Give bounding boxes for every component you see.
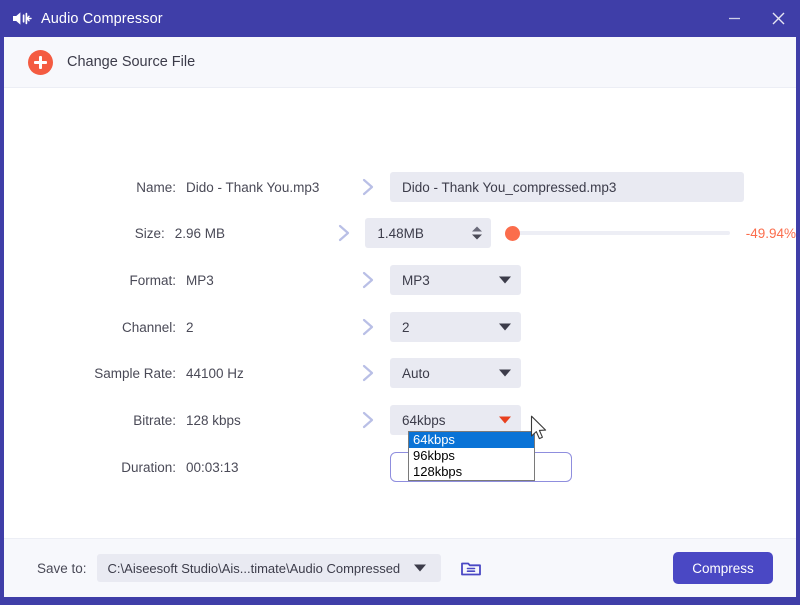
arrow-right-icon bbox=[346, 178, 390, 196]
bottom-bar: Save to: C:\Aiseesoft Studio\Ais...timat… bbox=[4, 538, 796, 597]
field-format-select[interactable]: MP3 bbox=[390, 265, 521, 295]
slider-track[interactable] bbox=[515, 231, 730, 235]
label-bitrate: Bitrate: bbox=[133, 412, 176, 428]
row-sample-rate: Sample Rate: 44100 Hz Auto bbox=[4, 358, 796, 388]
chevron-down-icon[interactable] bbox=[413, 564, 426, 572]
dropdown-option-64kbps[interactable]: 64kbps bbox=[409, 432, 534, 448]
chevron-down-icon[interactable] bbox=[499, 369, 511, 377]
window-title: Audio Compressor bbox=[41, 10, 163, 27]
value-size: 2.96 MB bbox=[174, 225, 226, 241]
compress-button[interactable]: Compress bbox=[673, 552, 773, 584]
arrow-right-icon bbox=[324, 224, 365, 242]
label-sample-rate: Sample Rate: bbox=[94, 365, 176, 381]
label-duration: Duration: bbox=[121, 459, 176, 475]
chevron-down-icon[interactable] bbox=[499, 323, 511, 331]
dropdown-option-96kbps[interactable]: 96kbps bbox=[409, 448, 534, 464]
label-channel: Channel: bbox=[121, 319, 176, 335]
speaker-icon bbox=[11, 10, 33, 28]
field-sample-rate-select[interactable]: Auto bbox=[390, 358, 521, 388]
compression-percent: -49.94% bbox=[745, 225, 796, 241]
save-to-label: Save to: bbox=[37, 560, 87, 576]
arrow-right-icon bbox=[346, 318, 390, 336]
row-format: Format: MP3 MP3 bbox=[4, 265, 796, 295]
folder-icon[interactable] bbox=[458, 557, 484, 579]
output-name-input[interactable]: Dido - Thank You_compressed.mp3 bbox=[390, 172, 744, 202]
row-size: Size: 2.96 MB 1.48MB -49.94% bbox=[4, 218, 796, 248]
top-toolbar: Change Source File bbox=[4, 37, 796, 88]
save-path-value: C:\Aiseesoft Studio\Ais...timate\Audio C… bbox=[107, 560, 401, 576]
chevron-down-icon[interactable] bbox=[499, 416, 511, 424]
stepper-down-icon[interactable] bbox=[472, 234, 483, 240]
save-path-select[interactable]: C:\Aiseesoft Studio\Ais...timate\Audio C… bbox=[96, 554, 441, 582]
label-size: Size: bbox=[134, 225, 165, 241]
label-format: Format: bbox=[129, 272, 176, 288]
field-size-output: 1.48MB bbox=[365, 218, 492, 248]
value-format: MP3 bbox=[186, 272, 214, 288]
bitrate-dropdown-list[interactable]: 64kbps 96kbps 128kbps bbox=[408, 431, 535, 481]
slider-handle[interactable] bbox=[505, 225, 521, 241]
compression-slider[interactable] bbox=[505, 225, 730, 241]
size-stepper[interactable] bbox=[472, 226, 483, 240]
arrow-right-icon bbox=[346, 411, 390, 429]
plus-icon[interactable] bbox=[28, 49, 53, 75]
row-bitrate: Bitrate: 128 kbps 64kbps bbox=[4, 405, 796, 435]
application-window: Audio Compressor Change Source File Name… bbox=[0, 0, 800, 605]
value-name: Dido - Thank You.mp3 bbox=[186, 179, 320, 195]
arrow-right-icon bbox=[346, 271, 390, 289]
row-name: Name: Dido - Thank You.mp3 Dido - Thank … bbox=[4, 172, 796, 202]
field-name-output: Dido - Thank You_compressed.mp3 bbox=[390, 172, 744, 202]
title-bar: Audio Compressor bbox=[0, 0, 800, 37]
chevron-down-icon[interactable] bbox=[499, 276, 511, 284]
change-source-file-button[interactable]: Change Source File bbox=[67, 54, 195, 70]
row-channel: Channel: 2 2 bbox=[4, 312, 796, 342]
label-name: Name: bbox=[136, 179, 176, 195]
value-bitrate: 128 kbps bbox=[186, 412, 241, 428]
minimize-button[interactable] bbox=[712, 0, 756, 37]
arrow-right-icon bbox=[346, 364, 390, 382]
value-duration: 00:03:13 bbox=[186, 459, 239, 475]
field-channel-select[interactable]: 2 bbox=[390, 312, 521, 342]
properties-form: Name: Dido - Thank You.mp3 Dido - Thank … bbox=[4, 88, 796, 538]
row-duration: Duration: 00:03:13 bbox=[4, 452, 796, 482]
stepper-up-icon[interactable] bbox=[472, 226, 483, 232]
value-channel: 2 bbox=[186, 319, 194, 335]
window-controls bbox=[712, 0, 800, 37]
value-sample-rate: 44100 Hz bbox=[186, 365, 244, 381]
close-button[interactable] bbox=[756, 0, 800, 37]
main-panel: Change Source File Name: Dido - Thank Yo… bbox=[4, 37, 796, 597]
dropdown-option-128kbps[interactable]: 128kbps bbox=[409, 464, 534, 480]
